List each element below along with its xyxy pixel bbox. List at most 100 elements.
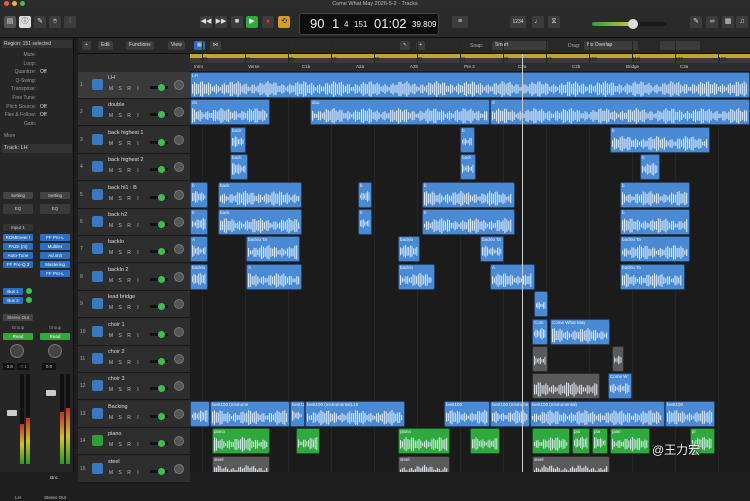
mute-button[interactable]: M: [108, 442, 114, 448]
record-enable-button[interactable]: R: [126, 250, 132, 256]
edit-menu[interactable]: Edit: [98, 41, 113, 50]
mute-button[interactable]: M: [108, 387, 114, 393]
metronome-icon[interactable]: ⧖: [548, 16, 560, 28]
inspector-row[interactable]: Flex & Follow: Off: [2, 111, 72, 119]
track-volume-knob[interactable]: [158, 248, 165, 256]
input-monitor-button[interactable]: I: [135, 196, 141, 202]
marker[interactable]: C2b: [572, 64, 580, 69]
track-header[interactable]: 4 back highest 2 M S R I: [78, 154, 190, 182]
volume-fader-left[interactable]: [7, 410, 17, 416]
track-name[interactable]: lead bridge: [108, 294, 135, 300]
record-enable-button[interactable]: R: [126, 333, 132, 339]
master-volume-knob[interactable]: [628, 19, 638, 29]
mute-button[interactable]: M: [108, 113, 114, 119]
track-name[interactable]: choir 2: [108, 349, 125, 355]
plugin-slot[interactable]: PAZe (m): [3, 243, 33, 250]
inspector-row[interactable]: Loop:: [2, 60, 72, 68]
track-header[interactable]: 11 choir 2 M S R I: [78, 346, 190, 373]
audio-region[interactable]: b: [422, 209, 515, 235]
plugin-slot[interactable]: Ad.imit: [40, 252, 70, 259]
record-enable-button[interactable]: R: [126, 168, 132, 174]
record-icon[interactable]: ●: [262, 16, 274, 28]
mute-button[interactable]: M: [108, 333, 114, 339]
solo-button[interactable]: S: [117, 168, 123, 174]
loop-browser-icon[interactable]: ∞: [706, 16, 718, 28]
track-inspector-header[interactable]: Track: LH: [2, 144, 72, 153]
bar-ruler[interactable]: 33 41 49 57 65 73 81 89 97 105 113 121 129: [190, 54, 750, 63]
track-volume-knob[interactable]: [158, 221, 165, 228]
plugin-slot[interactable]: FF Pro-Q 3: [3, 261, 33, 268]
record-enable-button[interactable]: R: [126, 387, 132, 393]
track-name[interactable]: back highest 2: [108, 157, 143, 163]
record-enable-button[interactable]: R: [126, 196, 132, 202]
track-volume-knob[interactable]: [158, 193, 165, 201]
audio-region[interactable]: b: [620, 181, 690, 208]
audio-region[interactable]: b: [190, 181, 208, 208]
solo-button[interactable]: S: [117, 86, 123, 92]
track-header[interactable]: 3 back highest 1 M S R I: [78, 126, 190, 154]
solo-button[interactable]: S: [117, 442, 123, 448]
record-enable-button[interactable]: R: [126, 305, 132, 311]
track-header[interactable]: 9 lead bridge M S R I: [78, 291, 190, 319]
audio-region[interactable]: back: [230, 126, 246, 153]
track-pan-knob[interactable]: [174, 436, 184, 447]
zoom-slider[interactable]: [660, 41, 700, 50]
input-monitor-button[interactable]: I: [135, 223, 141, 229]
marker[interactable]: Bridge: [626, 64, 639, 69]
plugin-slot[interactable]: Mastering: [40, 261, 70, 268]
audio-region[interactable]: b: [610, 126, 710, 153]
solo-button[interactable]: S: [117, 278, 123, 284]
toolbar-icon[interactable]: ✎: [34, 16, 46, 28]
track-header[interactable]: 12 choir 3 M S R I: [78, 373, 190, 401]
arrange-area[interactable]: ▦ ⋈ ↖ + Snap: Smart Drag: No Overlap 33 4…: [190, 38, 750, 472]
marker[interactable]: Pre 2: [464, 64, 475, 69]
track-pan-knob[interactable]: [174, 354, 184, 364]
solo-button[interactable]: S: [117, 333, 123, 339]
record-enable-button[interactable]: R: [126, 470, 132, 476]
mute-button[interactable]: M: [108, 470, 114, 476]
track-volume-slider[interactable]: [150, 84, 168, 91]
setting-right[interactable]: Setting: [40, 192, 70, 199]
inspector-row[interactable]: Gain:: [2, 120, 72, 128]
output-slot[interactable]: Stereo Out: [3, 314, 33, 321]
plugin-slot[interactable]: Auto-Tune: [3, 252, 33, 259]
track-volume-slider[interactable]: [150, 385, 168, 393]
input-monitor-button[interactable]: I: [135, 86, 141, 92]
track-volume-slider[interactable]: [150, 275, 168, 283]
track-pan-knob[interactable]: [174, 326, 184, 337]
audio-region[interactable]: best100: [665, 400, 715, 427]
audio-region[interactable]: back: [460, 154, 476, 181]
audio-region[interactable]: back: [230, 154, 248, 181]
track-pan-knob[interactable]: [174, 162, 184, 173]
stop-icon[interactable]: ■: [231, 16, 243, 28]
audio-region[interactable]: A: [490, 263, 535, 290]
audio-region[interactable]: backlo: [190, 263, 208, 290]
input-slot[interactable]: Input 1: [3, 224, 33, 231]
track-pan-knob[interactable]: [174, 244, 184, 255]
mute-button[interactable]: M: [108, 250, 114, 256]
drag-select[interactable]: No Overlap: [584, 41, 638, 50]
cpu-meter[interactable]: 1234: [510, 16, 526, 28]
group-left[interactable]: Group: [3, 324, 33, 331]
mute-button[interactable]: M: [108, 141, 114, 147]
solo-button[interactable]: S: [117, 141, 123, 147]
audio-region[interactable]: best100 (Instrumental): [530, 400, 665, 427]
solo-button[interactable]: S: [117, 250, 123, 256]
track-pan-knob[interactable]: [174, 408, 184, 419]
track-name[interactable]: steel: [108, 459, 120, 465]
track-name[interactable]: Backing: [108, 404, 128, 410]
marker[interactable]: Verse: [248, 64, 260, 69]
input-monitor-button[interactable]: I: [135, 470, 141, 476]
track-volume-slider[interactable]: [150, 412, 168, 420]
plugin-slot[interactable]: FF Pro-L: [40, 270, 70, 277]
cycle-icon[interactable]: ⟲: [278, 16, 290, 28]
record-enable-button[interactable]: R: [126, 415, 132, 421]
marker[interactable]: C3a: [680, 64, 688, 69]
audio-region[interactable]: backlo Ta: [246, 236, 300, 263]
solo-button[interactable]: S: [117, 305, 123, 311]
mute-button[interactable]: M: [108, 196, 114, 202]
audio-region[interactable]: pia: [592, 428, 608, 455]
track-pan-knob[interactable]: [174, 271, 184, 282]
track-header[interactable]: 5 back hl1 : B M S R I: [78, 181, 190, 209]
lcd-display[interactable]: 90 1 4 151 01:02 39.809: [299, 13, 439, 35]
